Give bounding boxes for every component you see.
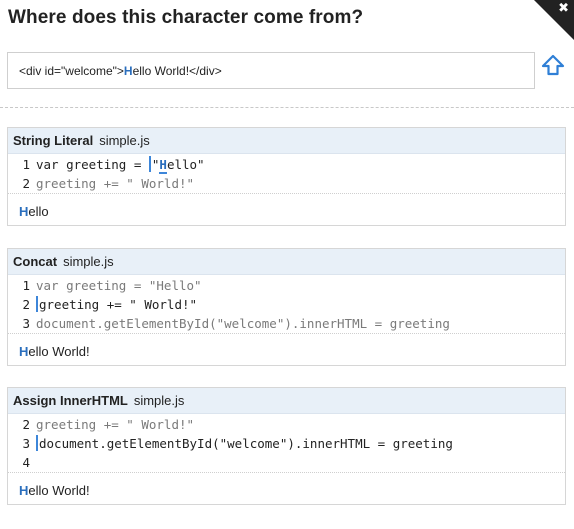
step-name: Concat — [13, 254, 58, 269]
step-result: Hello — [8, 194, 565, 230]
result-text: ello World! — [28, 483, 90, 498]
line-number: 1 — [22, 157, 30, 172]
code-text: greeting += " World!" — [36, 176, 195, 191]
close-icon[interactable]: ✖ — [558, 1, 569, 17]
page-title: Where does this character come from? — [8, 7, 364, 28]
code-highlight: H — [159, 157, 167, 174]
code-text: greeting += " World!" — [39, 297, 198, 312]
up-arrow-icon[interactable] — [540, 53, 566, 79]
code-text: var greeting = "Hello" — [36, 278, 202, 293]
code-line: 2 greeting += " World!" — [8, 174, 565, 193]
code-text: document.getElementById("welcome").inner… — [36, 316, 450, 331]
code-text: document.getElementById("welcome").inner… — [39, 436, 453, 451]
step-string-literal: String Literal simple.js 1 var greeting = … — [7, 127, 566, 226]
code-block: 2 greeting += " World!" 3 document.getElem… — [8, 414, 565, 473]
code-line: 1 var greeting = "Hello" — [8, 276, 565, 295]
step-file[interactable]: simple.js — [63, 254, 114, 269]
code-line: 2 greeting += " World!" — [8, 295, 565, 314]
caret-marker — [148, 156, 151, 172]
result-text: ello World! — [28, 344, 90, 359]
step-header[interactable]: Concat simple.js — [8, 249, 565, 275]
line-number: 4 — [22, 455, 30, 470]
result-highlight: H — [19, 344, 29, 359]
line-number: 3 — [22, 436, 30, 451]
step-header[interactable]: String Literal simple.js — [8, 128, 565, 154]
code-line: 3 document.getElementById("welcome").inne… — [8, 434, 565, 453]
html-before: <div id="welcome"> — [19, 64, 124, 78]
step-header[interactable]: Assign InnerHTML simple.js — [8, 388, 565, 414]
line-number: 2 — [22, 297, 30, 312]
step-name: Assign InnerHTML — [13, 393, 128, 408]
code-block: 1 var greeting = "Hello" 2 greeting += " W… — [8, 154, 565, 194]
code-text: ello" — [166, 157, 205, 172]
line-number: 3 — [22, 316, 30, 331]
highlighted-character: H — [123, 64, 133, 78]
code-line: 3 document.getElementById("welcome").inne… — [8, 314, 565, 333]
result-text: ello — [28, 204, 49, 219]
line-number: 2 — [22, 417, 30, 432]
step-file[interactable]: simple.js — [134, 393, 185, 408]
result-highlight: H — [19, 204, 29, 219]
line-number: 2 — [22, 176, 30, 191]
code-line: 2 greeting += " World!" — [8, 415, 565, 434]
code-line: 1 var greeting = "Hello" — [8, 155, 565, 174]
step-name: String Literal — [13, 133, 94, 148]
caret-marker — [36, 296, 38, 312]
step-concat: Concat simple.js 1 var greeting = "Hello" … — [7, 248, 566, 366]
code-text: var greeting = — [36, 157, 149, 172]
step-assign-innerhtml: Assign InnerHTML simple.js 2 greeting += "… — [7, 387, 566, 505]
code-block: 1 var greeting = "Hello" 2 greeting += " W… — [8, 275, 565, 334]
step-file[interactable]: simple.js — [99, 133, 150, 148]
html-after: ello World!</div> — [132, 64, 222, 78]
step-result: Hello World! — [8, 334, 565, 370]
caret-marker — [36, 435, 38, 451]
go-up-button[interactable] — [540, 53, 566, 79]
result-highlight: H — [19, 483, 29, 498]
code-text: greeting += " World!" — [36, 417, 195, 432]
step-result: Hello World! — [8, 473, 565, 509]
separator — [0, 107, 574, 108]
code-line: 4 — [8, 453, 565, 472]
html-preview: <div id="welcome">Hello World!</div> — [7, 52, 535, 89]
line-number: 1 — [22, 278, 30, 293]
